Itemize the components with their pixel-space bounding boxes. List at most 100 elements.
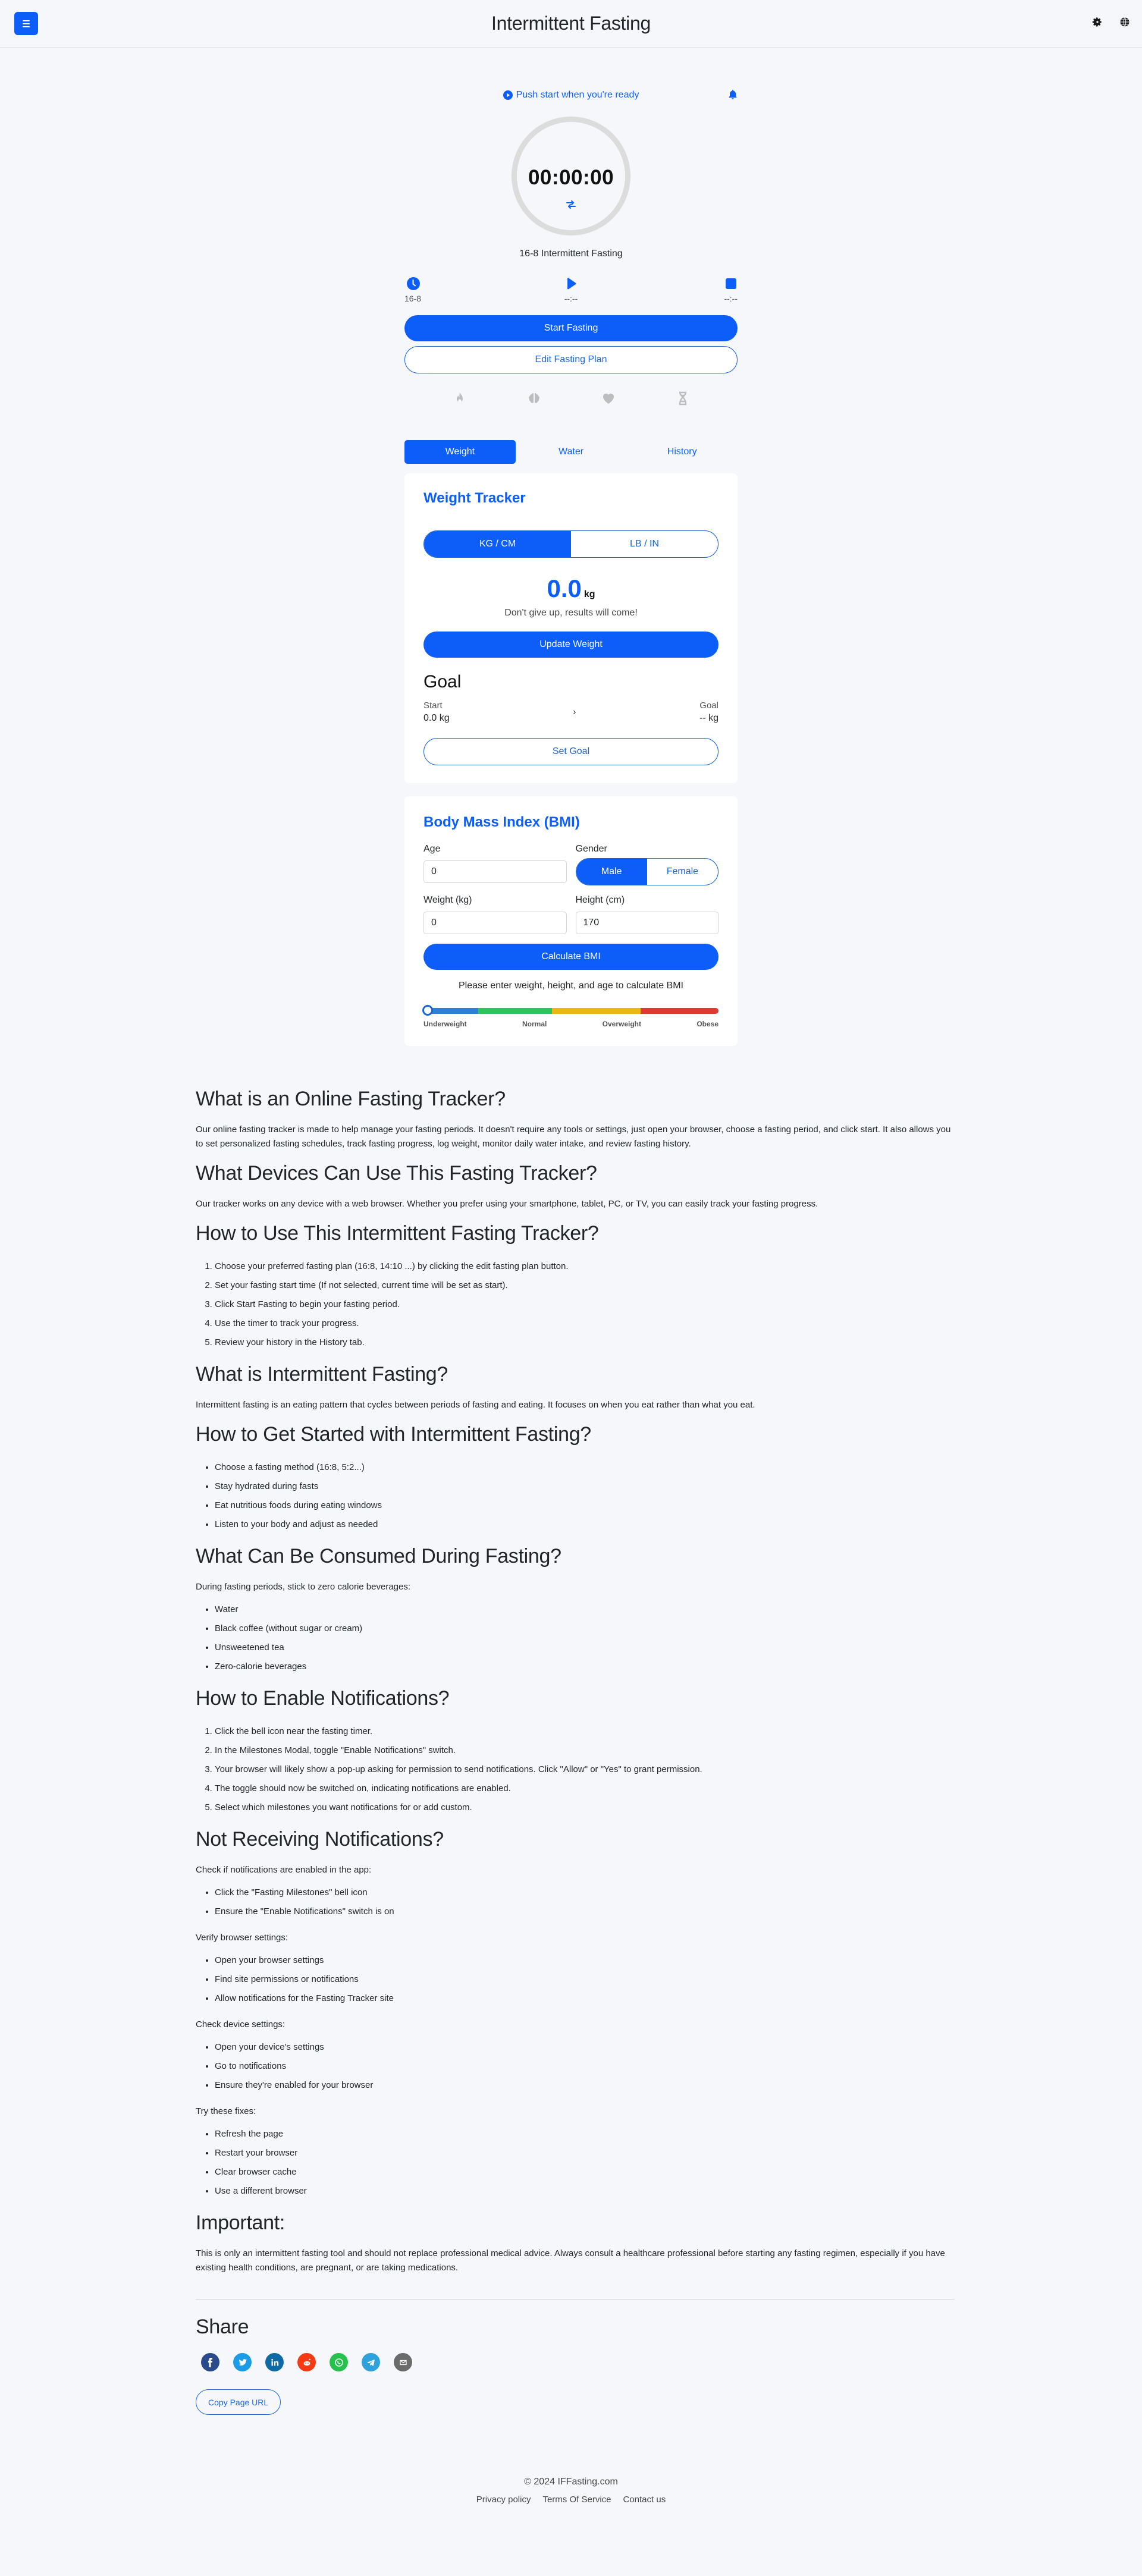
timer-status: Push start when you're ready <box>503 90 639 100</box>
list-item: In the Milestones Modal, toggle "Enable … <box>215 1741 955 1760</box>
menu-button[interactable] <box>14 12 38 35</box>
hamburger-menu-icon <box>23 20 30 27</box>
list-item: Ensure the "Enable Notifications" switch… <box>215 1902 955 1921</box>
list-item: Choose a fasting method (16:8, 5:2...) <box>215 1458 955 1477</box>
bullet-list: Open your browser settingsFind site perm… <box>196 1951 955 2008</box>
divider <box>196 2299 955 2300</box>
unit-toggle: KG / CM LB / IN <box>423 530 719 558</box>
list-item: Use the timer to track your progress. <box>215 1314 955 1333</box>
height-label: Height (cm) <box>575 895 625 905</box>
gender-male[interactable]: Male <box>576 859 647 885</box>
weight-tracker-card: Weight Tracker KG / CM LB / IN 0.0 kg Don… <box>404 473 738 783</box>
list-item: Stay hydrated during fasts <box>215 1477 955 1496</box>
update-weight-button[interactable]: Update Weight <box>423 632 719 658</box>
bullet-list: Open your device's settingsGo to notific… <box>196 2038 955 2095</box>
height-field-group: Height (cm) <box>575 895 719 934</box>
list-item: Open your device's settings <box>215 2038 955 2057</box>
whatsapp-icon[interactable] <box>330 2353 348 2371</box>
goal-target: Goal -- kg <box>699 700 719 724</box>
status-text: Push start when you're ready <box>516 90 639 100</box>
footer: © 2024 IFFasting.com Privacy policy Term… <box>0 2477 1142 2528</box>
height-input[interactable] <box>575 912 719 934</box>
edit-fasting-plan-button[interactable]: Edit Fasting Plan <box>404 346 738 373</box>
globe-icon[interactable] <box>1119 17 1130 27</box>
section-heading: Not Receiving Notifications? <box>196 1828 444 1851</box>
bmi-segment-obese <box>640 1008 719 1014</box>
end-time-meta[interactable]: --:-- <box>702 277 738 303</box>
privacy-policy-link[interactable]: Privacy policy <box>476 2495 531 2505</box>
article-section: What Can Be Consumed During Fasting? Duri… <box>196 1545 955 1676</box>
section-paragraph: Our tracker works on any device with a w… <box>196 1199 818 1209</box>
age-field-group: Age <box>423 844 567 885</box>
goal-target-label: Goal <box>699 700 719 711</box>
weight-tracker-title: Weight Tracker <box>423 490 526 506</box>
unit-kg-cm[interactable]: KG / CM <box>424 531 571 557</box>
age-label: Age <box>423 844 441 854</box>
list-item: Click the "Fasting Milestones" bell icon <box>215 1883 955 1902</box>
unit-lb-in[interactable]: LB / IN <box>571 531 718 557</box>
goal-start-label: Start <box>423 700 443 711</box>
plan-meta[interactable]: 16-8 <box>404 277 440 303</box>
chevron-right-icon: › <box>573 706 576 717</box>
start-fasting-button[interactable]: Start Fasting <box>404 315 738 341</box>
brain-icon[interactable] <box>527 391 541 406</box>
email-icon[interactable] <box>394 2353 412 2371</box>
list-item: Unsweetened tea <box>215 1638 955 1657</box>
section-heading: Important: <box>196 2211 286 2234</box>
clock-icon <box>407 277 420 290</box>
list-item: Open your browser settings <box>215 1951 955 1970</box>
weight-unit: kg <box>583 589 595 599</box>
telegram-icon[interactable] <box>362 2353 380 2371</box>
article: What is an Online Fasting Tracker? Our on… <box>187 1088 955 2275</box>
gender-female[interactable]: Female <box>647 859 718 885</box>
tab-weight[interactable]: Weight <box>404 440 516 464</box>
reddit-icon[interactable] <box>297 2353 316 2371</box>
list-item: Select which milestones you want notific… <box>215 1798 955 1817</box>
bmi-label-normal: Normal <box>522 1020 547 1028</box>
swap-arrows-icon[interactable] <box>566 199 576 210</box>
heart-icon[interactable] <box>601 391 616 406</box>
bmi-indicator <box>422 1005 433 1016</box>
section-heading: How to Get Started with Intermittent Fas… <box>196 1423 591 1446</box>
gear-icon[interactable] <box>1092 17 1103 27</box>
start-time-meta[interactable]: --:-- <box>553 277 589 303</box>
bell-icon[interactable] <box>728 89 738 100</box>
list-item: Click the bell icon near the fasting tim… <box>215 1722 955 1741</box>
weight-input[interactable] <box>423 912 567 934</box>
start-time-label: --:-- <box>564 294 578 303</box>
age-input[interactable] <box>423 860 567 883</box>
copy-page-url-button[interactable]: Copy Page URL <box>196 2389 281 2415</box>
bmi-scale <box>422 1005 719 1016</box>
play-icon <box>567 278 576 290</box>
tab-water[interactable]: Water <box>516 440 627 464</box>
section-heading: What Devices Can Use This Fasting Tracke… <box>196 1162 597 1185</box>
section-paragraph: This is only an intermittent fasting too… <box>196 2248 945 2273</box>
ordered-list: Click the bell icon near the fasting tim… <box>196 1722 955 1817</box>
terms-of-service-link[interactable]: Terms Of Service <box>542 2495 611 2505</box>
share-section: Share Copy Page URL <box>187 2299 955 2415</box>
end-time-label: --:-- <box>724 294 738 303</box>
list-item: Water <box>215 1600 955 1619</box>
fasting-meta: 16-8 --:-- --:-- <box>404 277 738 303</box>
contact-us-link[interactable]: Contact us <box>623 2495 666 2505</box>
flame-icon[interactable] <box>453 391 467 406</box>
twitter-icon[interactable] <box>233 2353 252 2371</box>
goal-row: Start 0.0 kg › Goal -- kg <box>423 700 719 724</box>
set-goal-button[interactable]: Set Goal <box>423 738 719 765</box>
list-item: Ensure they're enabled for your browser <box>215 2076 955 2095</box>
section-paragraph: Intermittent fasting is an eating patter… <box>196 1400 755 1410</box>
list-item: The toggle should now be switched on, in… <box>215 1779 955 1798</box>
tab-history[interactable]: History <box>626 440 738 464</box>
article-section: What Devices Can Use This Fasting Tracke… <box>196 1162 955 1211</box>
linkedin-icon[interactable] <box>265 2353 284 2371</box>
bmi-segment-normal <box>478 1008 552 1014</box>
bullet-list: Refresh the pageRestart your browserClea… <box>196 2125 955 2201</box>
list-item: Use a different browser <box>215 2182 955 2201</box>
calculate-bmi-button[interactable]: Calculate BMI <box>423 944 719 970</box>
section-heading: What is an Online Fasting Tracker? <box>196 1088 506 1110</box>
dna-icon[interactable] <box>676 391 690 406</box>
bullet-list: Click the "Fasting Milestones" bell icon… <box>196 1883 955 1921</box>
list-item: Go to notifications <box>215 2057 955 2076</box>
facebook-icon[interactable] <box>201 2353 219 2371</box>
group-intro: Check if notifications are enabled in th… <box>196 1865 372 1875</box>
